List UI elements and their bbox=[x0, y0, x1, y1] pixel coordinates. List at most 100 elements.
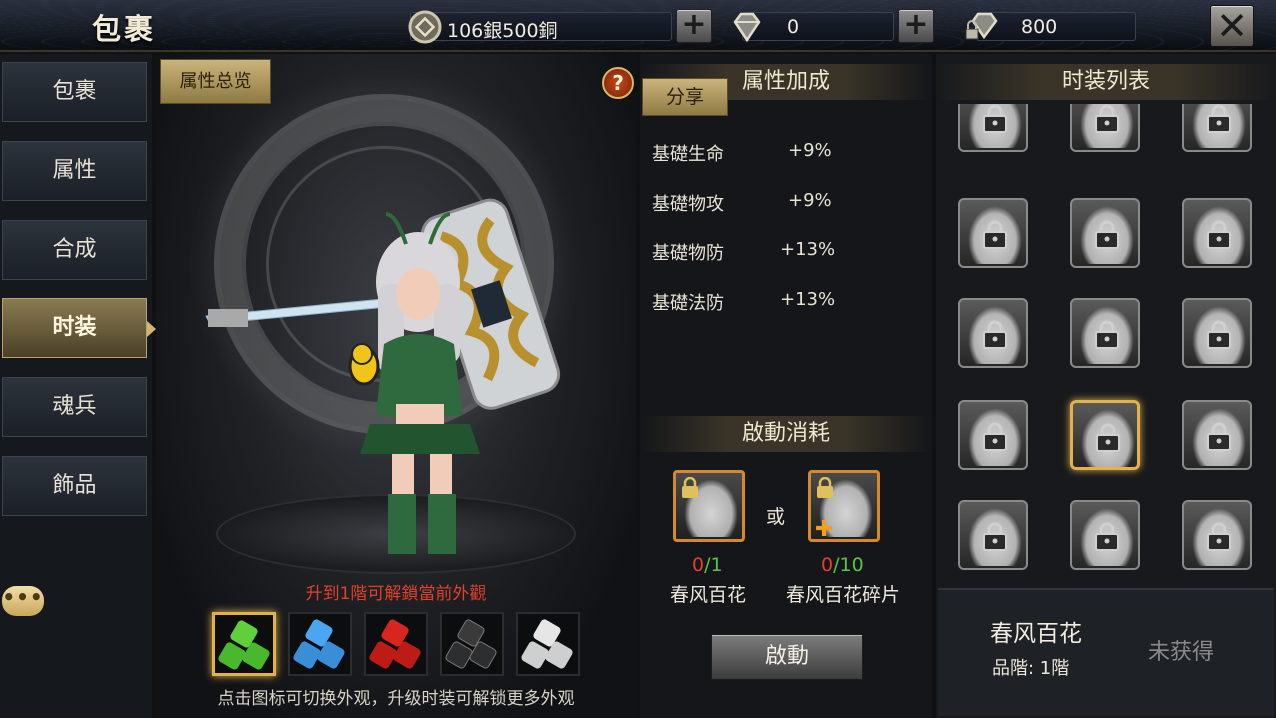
attr-row-hp: 基礎生命 +9% bbox=[652, 140, 922, 166]
attr-row-phys-atk: 基礎物攻 +9% bbox=[652, 190, 922, 216]
need-count: 1 bbox=[710, 554, 723, 576]
bound-diamond-value: 800 bbox=[1021, 16, 1058, 38]
cost-name-fragment: 春风百花碎片 bbox=[786, 584, 901, 606]
attr-value: +13% bbox=[780, 289, 836, 310]
add-silver-button[interactable]: + bbox=[676, 9, 712, 43]
attr-name: 基礎物防 bbox=[652, 243, 724, 264]
lock-icon bbox=[1207, 522, 1231, 551]
sidebar-item-attributes[interactable]: 属性 bbox=[2, 141, 147, 201]
swatch-green[interactable] bbox=[212, 612, 276, 676]
costume-cell[interactable] bbox=[958, 298, 1028, 368]
costume-cell[interactable] bbox=[1070, 198, 1140, 268]
attribute-panel: 属性加成 分享 基礎生命 +9% 基礎物攻 +9% 基礎物防 +13% 基礎法防… bbox=[640, 54, 932, 718]
costume-list-title: 时装列表 bbox=[936, 64, 1276, 100]
costume-cell[interactable] bbox=[958, 104, 1028, 152]
help-button[interactable]: ? bbox=[602, 67, 634, 99]
switch-appearance-tip: 点击图标可切换外观，升级时装可解锁更多外观 bbox=[217, 689, 575, 709]
sidebar-item-bag[interactable]: 包裹 bbox=[2, 62, 147, 122]
attr-row-phys-def: 基礎物防 +13% bbox=[652, 239, 922, 265]
cost-count-fragment: 0/10 bbox=[821, 554, 864, 576]
lock-icon bbox=[1096, 423, 1120, 452]
attr-row-mag-def: 基礎法防 +13% bbox=[652, 289, 922, 315]
lock-icon bbox=[1207, 104, 1231, 133]
lock-icon bbox=[1095, 522, 1119, 551]
lock-icon bbox=[1095, 220, 1119, 249]
unlock-hint: 升到1階可解鎖當前外觀 bbox=[305, 584, 487, 604]
costume-name: 春风百花 bbox=[990, 621, 1082, 647]
lock-icon bbox=[983, 104, 1007, 133]
lock-icon bbox=[983, 220, 1007, 249]
close-button[interactable]: ✕ bbox=[1210, 5, 1254, 47]
sidebar-nav: 包裹 属性 合成 时装 魂兵 飾品 ••• bbox=[0, 54, 156, 718]
costume-status: 未获得 bbox=[1148, 640, 1215, 665]
lock-icon bbox=[1095, 104, 1119, 133]
or-label: 或 bbox=[766, 506, 786, 528]
lock-icon bbox=[1207, 422, 1231, 451]
costume-cell[interactable] bbox=[1182, 500, 1252, 570]
costume-cell[interactable] bbox=[958, 500, 1028, 570]
costume-cell[interactable] bbox=[1182, 400, 1252, 470]
costume-cell[interactable] bbox=[1182, 198, 1252, 268]
diamond-counter: 0 bbox=[733, 12, 894, 43]
coin-icon bbox=[408, 10, 442, 44]
chat-icon: ••• bbox=[2, 585, 44, 609]
sidebar-item-soul-weapon[interactable]: 魂兵 bbox=[2, 377, 147, 437]
cost-name-costume: 春风百花 bbox=[670, 584, 747, 606]
cost-item-costume[interactable] bbox=[673, 470, 745, 542]
swatch-white[interactable] bbox=[516, 612, 580, 676]
add-diamond-button[interactable]: + bbox=[898, 9, 934, 43]
costume-cell[interactable] bbox=[1070, 104, 1140, 152]
sidebar-item-fashion[interactable]: 时装 bbox=[2, 298, 156, 358]
need-count: 10 bbox=[839, 554, 864, 576]
costume-rank: 品階: 1階 bbox=[992, 658, 1070, 679]
sidebar-item-compose[interactable]: 合成 bbox=[2, 220, 147, 280]
page-title: 包裹 bbox=[92, 12, 157, 46]
have-count: 0 bbox=[692, 554, 705, 576]
costume-cell[interactable] bbox=[1182, 104, 1252, 152]
lock-icon bbox=[682, 477, 698, 498]
have-count: 0 bbox=[821, 554, 834, 576]
costume-detail: 春风百花 品階: 1階 未获得 bbox=[938, 588, 1274, 716]
attr-name: 基礎生命 bbox=[652, 144, 724, 165]
costume-cell[interactable] bbox=[1070, 400, 1140, 470]
costume-cell[interactable] bbox=[1182, 298, 1252, 368]
activate-button[interactable]: 啟動 bbox=[711, 634, 863, 680]
lock-icon bbox=[983, 422, 1007, 451]
attr-name: 基礎物攻 bbox=[652, 194, 724, 215]
attr-value: +9% bbox=[788, 190, 832, 211]
lock-icon bbox=[983, 320, 1007, 349]
cost-count-costume: 0/1 bbox=[692, 554, 723, 576]
lock-icon bbox=[983, 522, 1007, 551]
costume-cell[interactable] bbox=[1070, 298, 1140, 368]
costume-list-panel: 时装列表 春风百花 品階: 1階 未获得 bbox=[936, 54, 1276, 718]
lock-icon bbox=[1207, 320, 1231, 349]
chat-bubble-button[interactable]: ••• bbox=[2, 586, 44, 616]
swatch-blue[interactable] bbox=[288, 612, 352, 676]
locked-diamond-icon bbox=[965, 12, 998, 40]
share-button[interactable]: 分享 bbox=[642, 78, 728, 116]
bound-diamond-counter: 800 bbox=[965, 12, 1136, 41]
cost-item-fragment[interactable]: ✚ bbox=[808, 470, 880, 542]
silver-value: 106銀500銅 bbox=[447, 20, 558, 42]
silver-counter: 106銀500銅 bbox=[408, 10, 672, 44]
lock-icon bbox=[1095, 320, 1119, 349]
activation-cost-title: 啟動消耗 bbox=[640, 416, 932, 452]
costume-grid bbox=[936, 104, 1276, 638]
costume-cell[interactable] bbox=[1070, 500, 1140, 570]
character-panel: 属性总览 ? 升到1階可解鎖當前外觀 点击图标可切换外观，升级时装可解锁更多外观 bbox=[156, 54, 636, 718]
lock-icon bbox=[1207, 220, 1231, 249]
attr-value: +13% bbox=[780, 239, 836, 260]
attribute-overview-button[interactable]: 属性总览 bbox=[160, 59, 271, 104]
question-icon: ? bbox=[612, 71, 624, 95]
swatch-red[interactable] bbox=[364, 612, 428, 676]
costume-cell[interactable] bbox=[958, 400, 1028, 470]
attr-value: +9% bbox=[788, 140, 832, 161]
fragment-plus-icon: ✚ bbox=[815, 517, 834, 542]
costume-cell[interactable] bbox=[958, 198, 1028, 268]
diamond-value: 0 bbox=[787, 16, 800, 38]
sidebar-item-accessory[interactable]: 飾品 bbox=[2, 456, 147, 516]
character-model bbox=[205, 198, 561, 554]
diamond-icon bbox=[733, 12, 761, 43]
swatch-dark[interactable] bbox=[440, 612, 504, 676]
attr-name: 基礎法防 bbox=[652, 293, 724, 314]
